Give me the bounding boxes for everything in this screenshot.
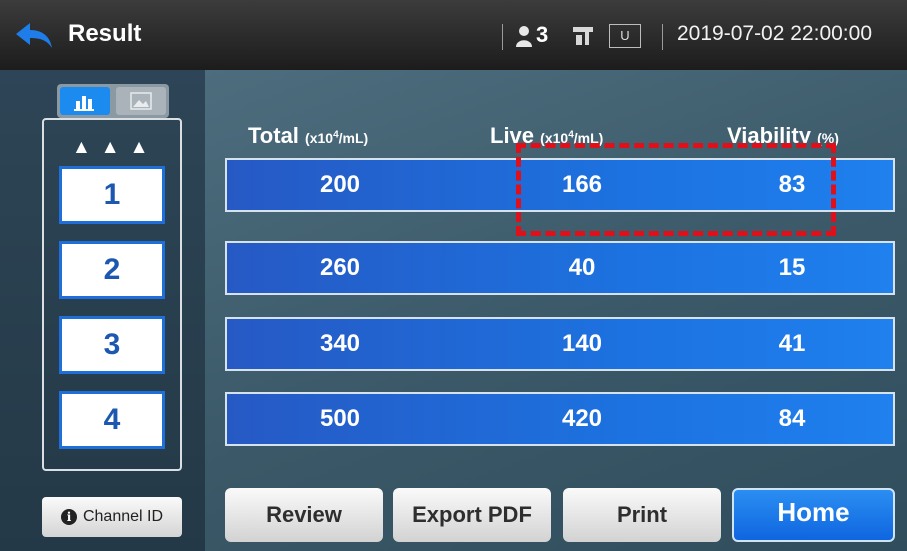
channel-button-1[interactable]: 1 xyxy=(59,166,165,224)
cell-total: 340 xyxy=(319,330,361,357)
review-button[interactable]: Review xyxy=(225,488,383,542)
print-button[interactable]: Print xyxy=(563,488,721,542)
table-row[interactable]: 340 140 41 xyxy=(225,317,895,371)
cell-viability: 41 xyxy=(778,330,806,357)
cell-live: 140 xyxy=(561,330,603,357)
scroll-up-arrows[interactable]: ▲▲▲ xyxy=(72,137,158,159)
cell-viability: 84 xyxy=(778,405,806,432)
cell-live: 40 xyxy=(568,254,596,281)
cell-total: 500 xyxy=(319,405,361,432)
user-icon xyxy=(516,26,532,47)
highlight-box xyxy=(516,143,836,236)
channel-panel: ▲▲▲ 1 2 3 4 i Channel ID xyxy=(0,70,205,551)
info-icon: i xyxy=(60,509,77,525)
chart-view-button[interactable] xyxy=(60,87,110,115)
divider xyxy=(502,24,503,50)
header-total: Total (x104/mL) xyxy=(248,123,368,149)
channel-button-2[interactable]: 2 xyxy=(59,241,165,299)
channel-id-button[interactable]: i Channel ID xyxy=(42,497,182,537)
channel-button-4[interactable]: 4 xyxy=(59,391,165,449)
divider xyxy=(662,24,663,50)
cell-live: 420 xyxy=(561,405,603,432)
results-area: Total (x104/mL) Live (x104/mL) Viability… xyxy=(205,70,907,551)
table-row[interactable]: 260 40 15 xyxy=(225,241,895,295)
home-button[interactable]: Home xyxy=(732,488,895,542)
user-count: 3 xyxy=(536,22,549,47)
cell-total: 260 xyxy=(319,254,361,281)
channel-list: ▲▲▲ 1 2 3 4 xyxy=(42,118,182,471)
usb-badge: U xyxy=(609,24,641,48)
channel-button-3[interactable]: 3 xyxy=(59,316,165,374)
header-total-name: Total xyxy=(248,123,299,148)
export-pdf-button[interactable]: Export PDF xyxy=(393,488,551,542)
back-arrow-icon[interactable] xyxy=(14,22,54,50)
title-bar: Result 3 U 2019-07-02 22:00:00 xyxy=(0,0,907,70)
view-toggle xyxy=(57,84,169,118)
channel-id-label: Channel ID xyxy=(82,508,164,525)
cell-total: 200 xyxy=(319,171,361,198)
table-row[interactable]: 500 420 84 xyxy=(225,392,895,446)
page-title: Result xyxy=(68,20,142,47)
bar-chart-icon xyxy=(74,96,94,111)
image-view-button[interactable] xyxy=(116,87,166,115)
cell-viability: 15 xyxy=(778,254,806,281)
header-total-unit: (x104/mL) xyxy=(305,129,369,146)
datetime: 2019-07-02 22:00:00 xyxy=(677,22,872,45)
image-icon xyxy=(130,92,152,110)
device-icon xyxy=(573,27,593,45)
